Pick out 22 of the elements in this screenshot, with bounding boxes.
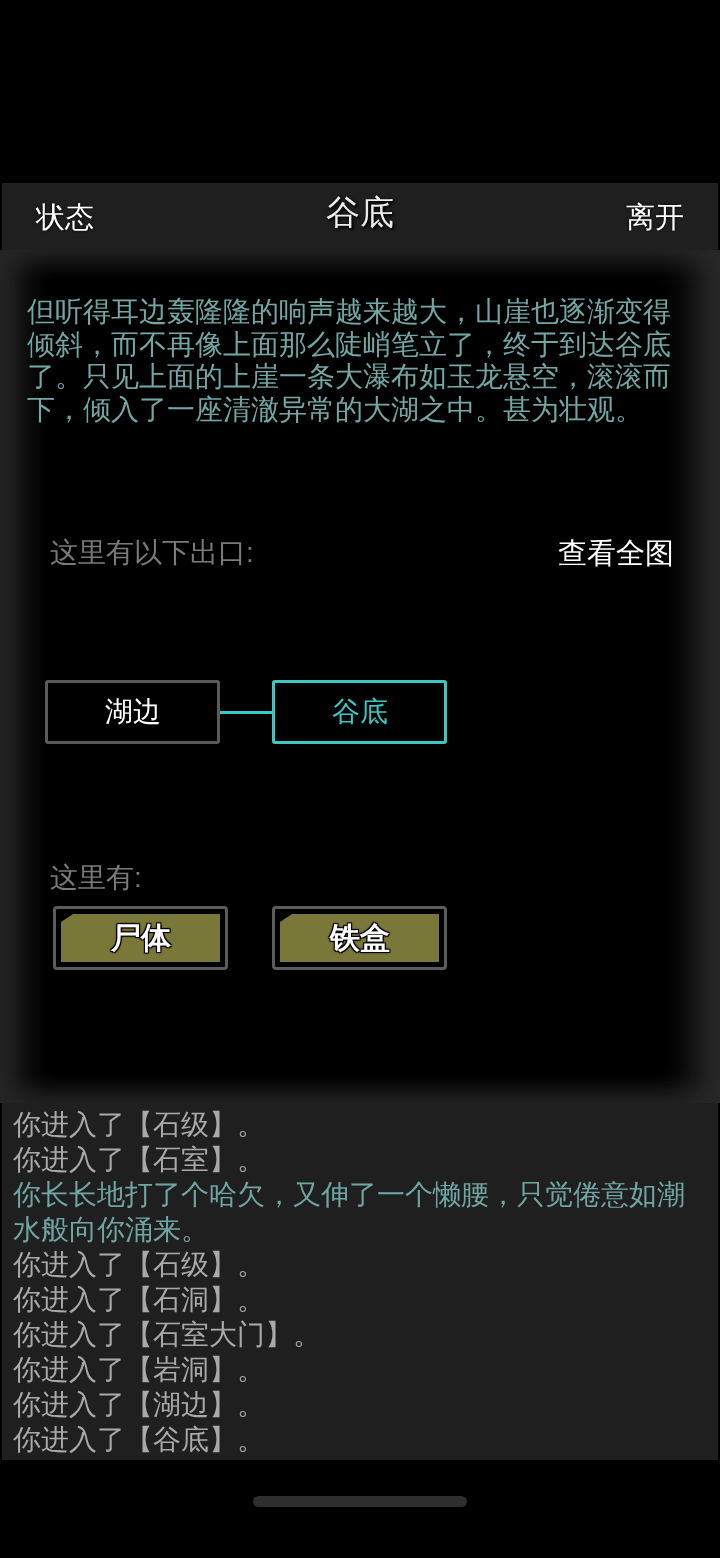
status-button[interactable]: 状态 [36, 198, 94, 235]
scene-description: 但听得耳边轰隆隆的响声越来越大，山崖也逐渐变得倾斜，而不再像上面那么陡峭笔立了，终于到达谷底了。只见上面的上崖一条大瀑布如玉龙悬空，滚滚而下，倾入了一座清澈异常的大湖之中。甚为壮观。 [27, 296, 672, 426]
log-message: 你进入了【岩洞】。 [13, 1353, 265, 1387]
log-message: 你长长地打了个哈欠，又伸了一个懒腰，只觉倦意如潮水般向你涌来。 [13, 1178, 686, 1247]
home-indicator[interactable] [253, 1495, 467, 1507]
location-title: 谷底 [326, 191, 394, 232]
log-message: 你进入了【湖边】。 [13, 1388, 265, 1422]
exit-connector-line [220, 710, 272, 714]
exits-label: 这里有以下出口: [50, 536, 254, 570]
item-button[interactable]: 铁盒 [272, 906, 447, 970]
leave-button[interactable]: 离开 [626, 198, 684, 235]
view-map-button[interactable]: 查看全图 [558, 536, 674, 570]
room-button[interactable]: 湖边 [45, 680, 220, 744]
log-message: 你进入了【石室大门】。 [13, 1318, 321, 1352]
room-button[interactable]: 谷底 [272, 680, 447, 744]
item-button[interactable]: 尸体 [53, 906, 228, 970]
log-message: 你进入了【石室】。 [13, 1143, 265, 1177]
log-message: 你进入了【石级】。 [13, 1108, 265, 1142]
log-message: 你进入了【石级】。 [13, 1248, 265, 1282]
log-message: 你进入了【石洞】。 [13, 1283, 265, 1317]
items-label: 这里有: [50, 861, 142, 895]
log-message: 你进入了【谷底】。 [13, 1423, 265, 1457]
